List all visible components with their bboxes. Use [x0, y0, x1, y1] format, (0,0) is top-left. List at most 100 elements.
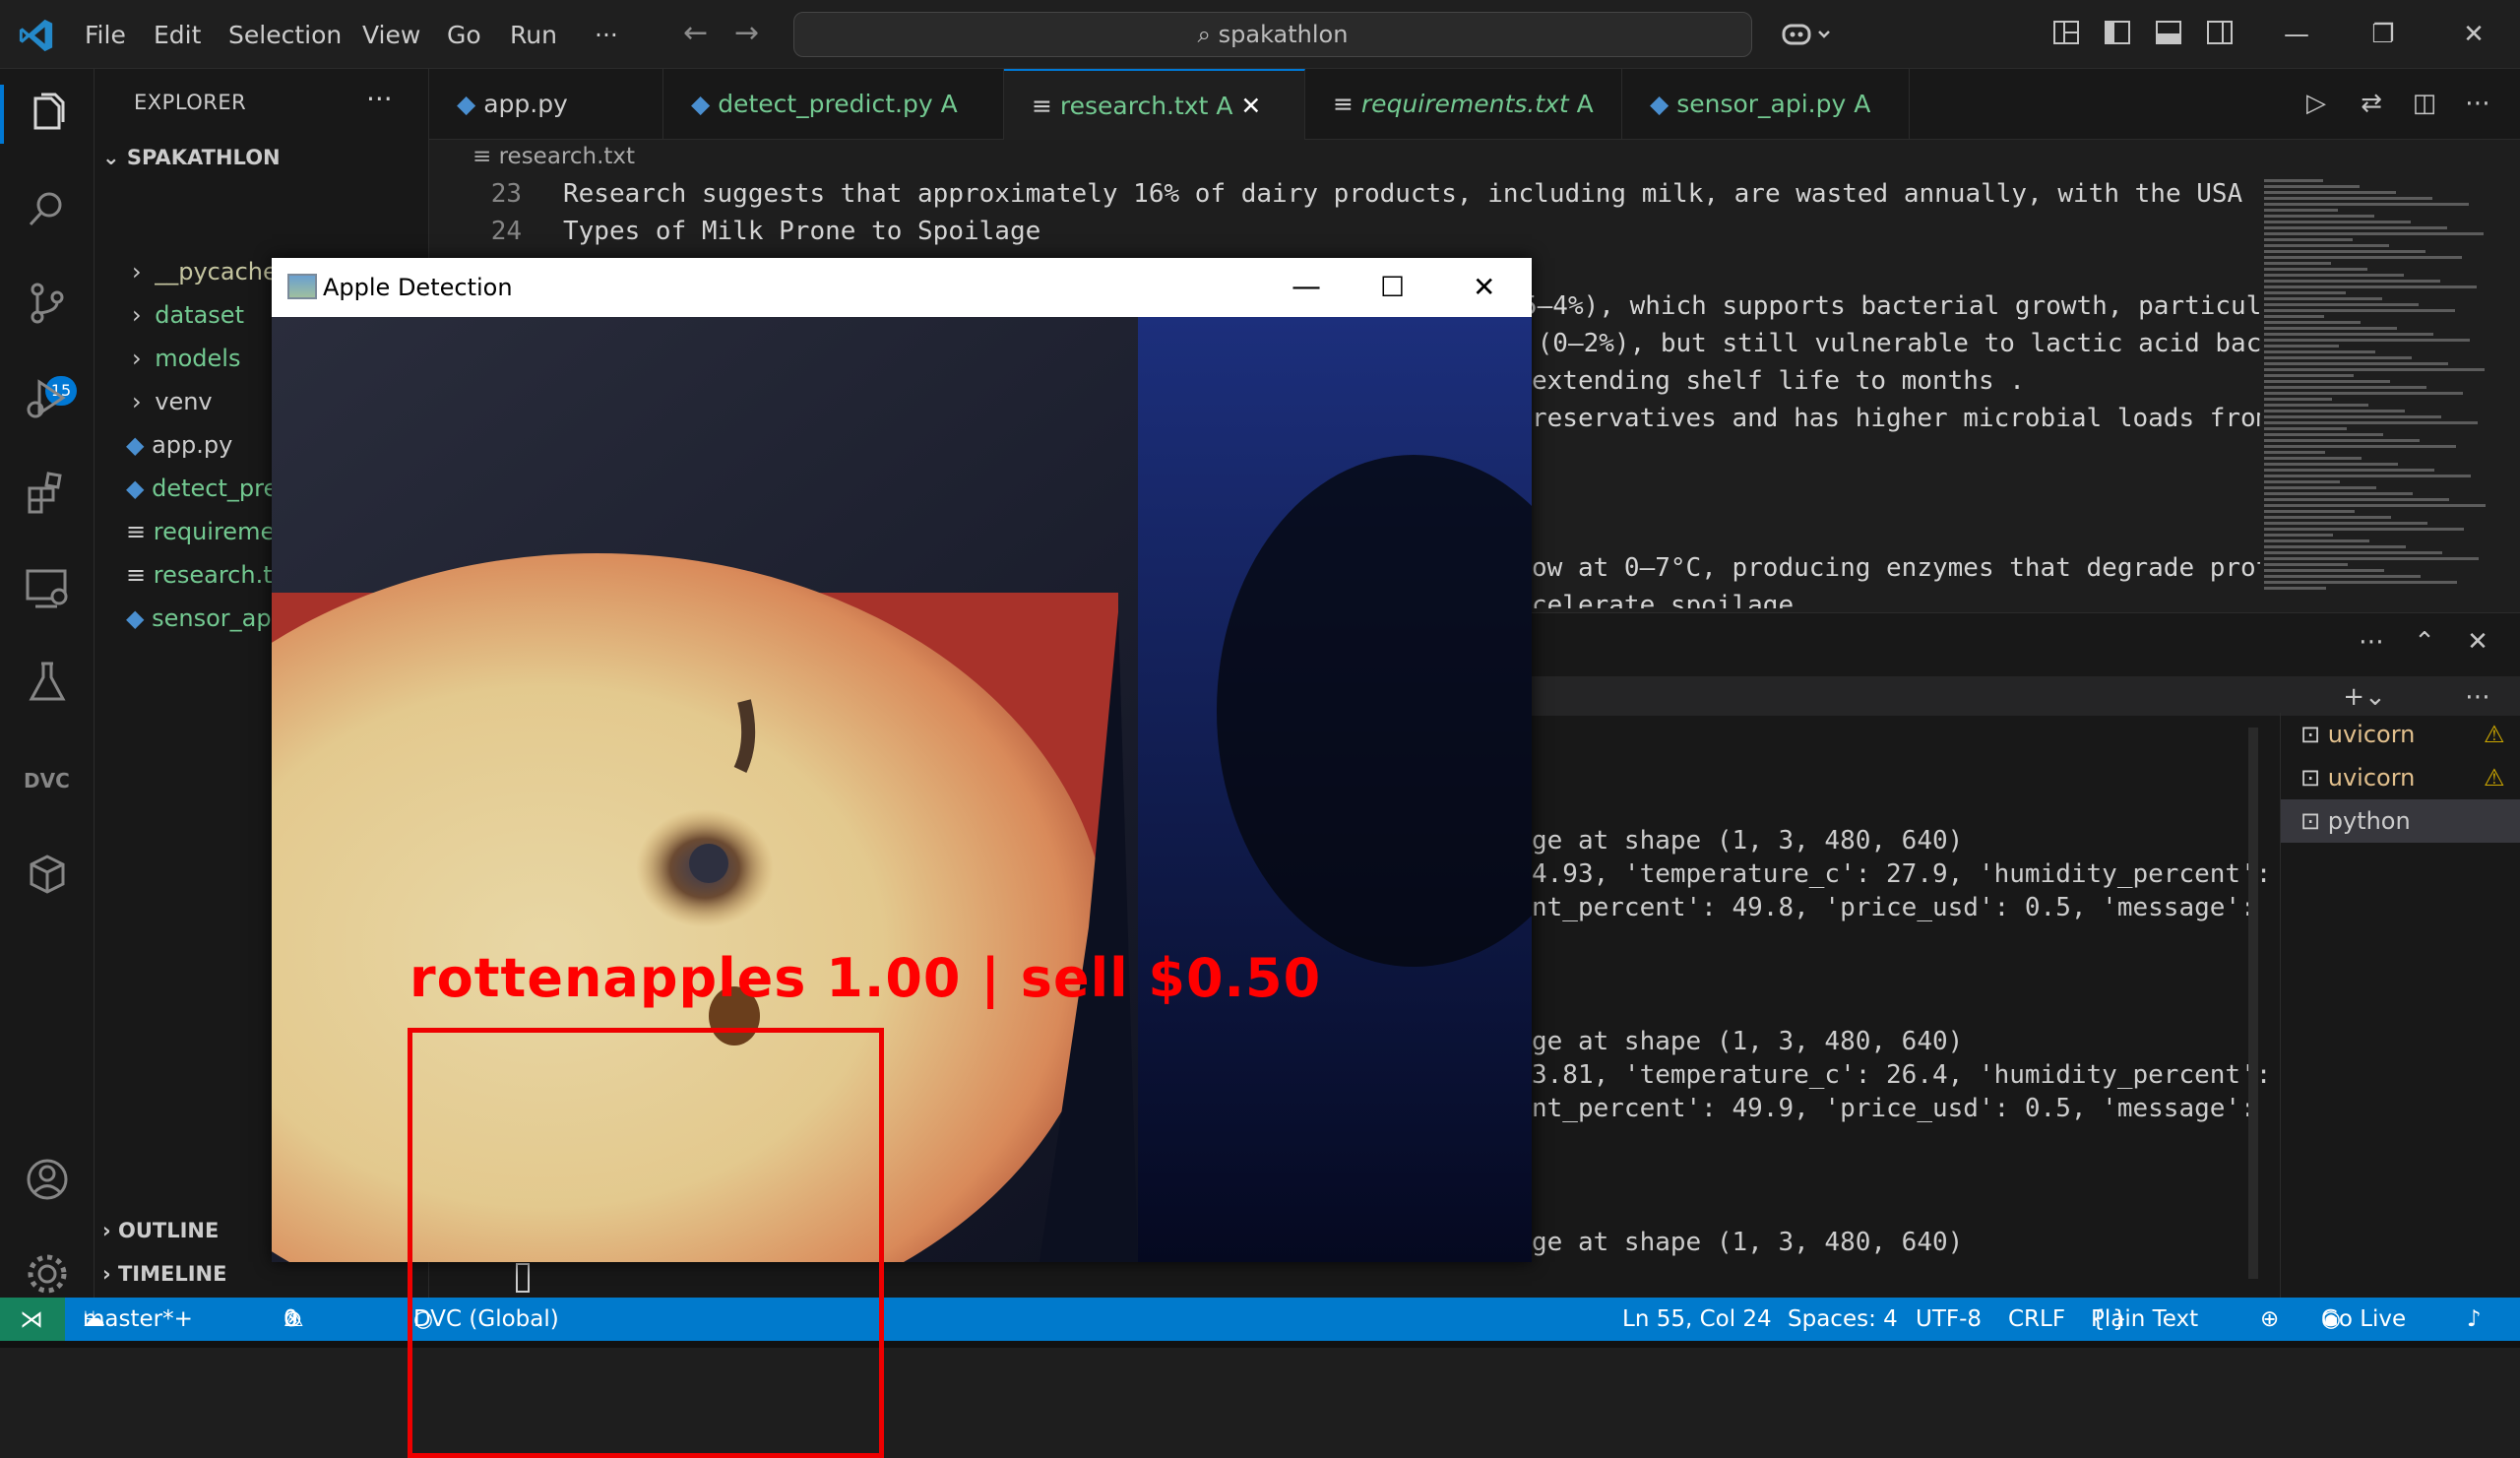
run-debug-icon[interactable]: [22, 372, 73, 423]
terminal-session-python[interactable]: ⊡ python: [2281, 799, 2520, 843]
menu-more[interactable]: ···: [595, 21, 618, 49]
terminal-line: ge at shape (1, 3, 480, 640): [1532, 1027, 1964, 1056]
explorer-item[interactable]: › venv: [132, 380, 213, 423]
toggle-secondary-sidebar-icon[interactable]: [2203, 18, 2236, 51]
detection-label: rottenapples 1.00 | sell $0.50: [410, 947, 1322, 1009]
menu-run[interactable]: Run: [510, 21, 557, 49]
minimap-line: [2264, 439, 2420, 442]
terminal-icon: ⊡: [2300, 721, 2328, 748]
explorer-item[interactable]: ≡ research.t: [126, 553, 273, 597]
minimap[interactable]: [2260, 179, 2496, 593]
taskbar-edge: [0, 1341, 2520, 1348]
forward-arrow-icon[interactable]: →: [734, 16, 759, 50]
menu-selection[interactable]: Selection: [228, 21, 342, 49]
minimize-window-icon[interactable]: —: [2280, 18, 2313, 51]
source-control-icon[interactable]: [22, 278, 73, 329]
toggle-sidebar-icon[interactable]: [2101, 18, 2134, 51]
breadcrumb[interactable]: ≡ research.txt: [472, 144, 635, 169]
line-ending[interactable]: CRLF: [2008, 1298, 2065, 1341]
explorer-more-button[interactable]: ···: [366, 83, 393, 115]
minimap-line: [2264, 345, 2339, 348]
minimize-icon[interactable]: —: [1292, 258, 1321, 317]
menu-edit[interactable]: Edit: [154, 21, 201, 49]
window-title-bar[interactable]: Apple Detection — ☐ ✕: [272, 258, 1532, 317]
workspace-root[interactable]: ⌄ SPAKATHLON: [102, 146, 281, 169]
dvc-icon[interactable]: DVC: [22, 754, 73, 805]
split-editor-icon[interactable]: ◫: [2408, 87, 2441, 120]
back-arrow-icon[interactable]: ←: [683, 16, 708, 50]
tab-research-txt[interactable]: ≡ research.txt A ✕: [1004, 69, 1305, 140]
restore-window-icon[interactable]: ❐: [2366, 18, 2400, 51]
minimap-line: [2264, 285, 2477, 288]
panel-more-icon[interactable]: ⋯: [2355, 625, 2388, 659]
explorer-item[interactable]: ◆ app.py: [126, 423, 232, 467]
menu-view[interactable]: View: [362, 21, 420, 49]
close-panel-icon[interactable]: ✕: [2461, 625, 2494, 659]
remote-indicator[interactable]: ⋊: [0, 1298, 65, 1341]
terminal-session-uvicorn[interactable]: ⊡ uvicorn ⚠: [2281, 713, 2520, 756]
containers-icon[interactable]: [22, 849, 73, 900]
minimap-line: [2264, 545, 2406, 548]
tab-sensor-api-py[interactable]: ◆ sensor_api.py A: [1622, 69, 1910, 140]
remote-icon: ⋊: [20, 1305, 43, 1333]
minimap-line: [2264, 480, 2340, 483]
close-tab-icon[interactable]: ✕: [1232, 92, 1261, 120]
terminal-more-icon[interactable]: ⋯: [2461, 680, 2494, 714]
tab-label: research.txt: [1059, 92, 1209, 120]
indentation[interactable]: Spaces: 4: [1788, 1298, 1898, 1341]
explorer-item-label: venv: [155, 388, 213, 415]
account-icon[interactable]: [22, 1154, 73, 1205]
minimap-line: [2264, 404, 2368, 407]
copilot-icon[interactable]: [1778, 18, 1837, 51]
testing-icon[interactable]: [22, 658, 73, 709]
explorer-item[interactable]: ◆ sensor_ap: [126, 597, 272, 640]
editor-line: celerate spoilage.: [1532, 591, 1809, 608]
minimap-line: [2264, 356, 2412, 359]
minimap-line: [2264, 226, 2447, 229]
close-icon[interactable]: ✕: [1473, 258, 1495, 317]
copilot-status-icon[interactable]: ⊕: [2260, 1298, 2279, 1341]
new-terminal-icon[interactable]: +⌄: [2335, 680, 2394, 714]
notifications-bell-icon[interactable]: ♪: [2467, 1298, 2482, 1341]
tab-app-py[interactable]: ◆ app.py: [429, 69, 663, 140]
cursor-position[interactable]: Ln 55, Col 24: [1622, 1298, 1772, 1341]
outline-section[interactable]: › OUTLINE: [102, 1219, 219, 1242]
editor-more-icon[interactable]: ⋯: [2461, 87, 2494, 120]
customize-layout-icon[interactable]: [2049, 18, 2083, 51]
menu-file[interactable]: File: [85, 21, 126, 49]
explorer-item[interactable]: ◆ detect_pre: [126, 467, 278, 510]
minimap-line: [2264, 486, 2376, 489]
terminal-icon: ⊡: [2300, 764, 2328, 792]
menu-go[interactable]: Go: [447, 21, 481, 49]
close-window-icon[interactable]: ✕: [2457, 18, 2490, 51]
remote-explorer-icon[interactable]: [22, 563, 73, 614]
open-changes-icon[interactable]: ⇄: [2355, 87, 2388, 120]
timeline-section[interactable]: › TIMELINE: [102, 1262, 226, 1286]
explorer-icon[interactable]: [22, 89, 73, 140]
maximize-panel-icon[interactable]: ⌃: [2408, 625, 2441, 659]
toggle-panel-icon[interactable]: [2152, 18, 2185, 51]
search-icon[interactable]: [22, 183, 73, 234]
encoding[interactable]: UTF-8: [1916, 1298, 1982, 1341]
tab-detect-predict-py[interactable]: ◆ detect_predict.py A: [663, 69, 1004, 140]
minimap-line: [2264, 262, 2331, 265]
minimap-line: [2264, 256, 2462, 259]
maximize-icon[interactable]: ☐: [1380, 258, 1405, 317]
editor-line: ow at 0–7°C, producing enzymes that degr…: [1532, 553, 2272, 583]
terminal-scrollbar[interactable]: [2248, 728, 2258, 1279]
tab-label: sensor_api.py: [1676, 90, 1847, 118]
settings-gear-icon[interactable]: [22, 1248, 73, 1300]
title-bar: File Edit Selection View Go Run ··· ← → …: [0, 0, 2520, 69]
terminal-session-uvicorn[interactable]: ⊡ uvicorn ⚠: [2281, 756, 2520, 799]
tab-requirements-txt[interactable]: ≡ requirements.txt A: [1305, 69, 1622, 140]
command-center-search[interactable]: ⌕ spakathlon: [793, 12, 1752, 57]
run-file-icon[interactable]: ▷: [2300, 87, 2333, 120]
apple-detection-window[interactable]: Apple Detection — ☐ ✕ rottenapples 1.00 …: [272, 258, 1532, 1458]
tab-label: app.py: [483, 90, 568, 118]
explorer-item[interactable]: › dataset: [132, 293, 244, 337]
extensions-icon[interactable]: [22, 469, 73, 520]
minimap-line: [2264, 268, 2367, 271]
explorer-item[interactable]: ≡ requireme: [126, 510, 275, 553]
explorer-item[interactable]: › models: [132, 337, 240, 380]
minimap-line: [2264, 380, 2390, 383]
